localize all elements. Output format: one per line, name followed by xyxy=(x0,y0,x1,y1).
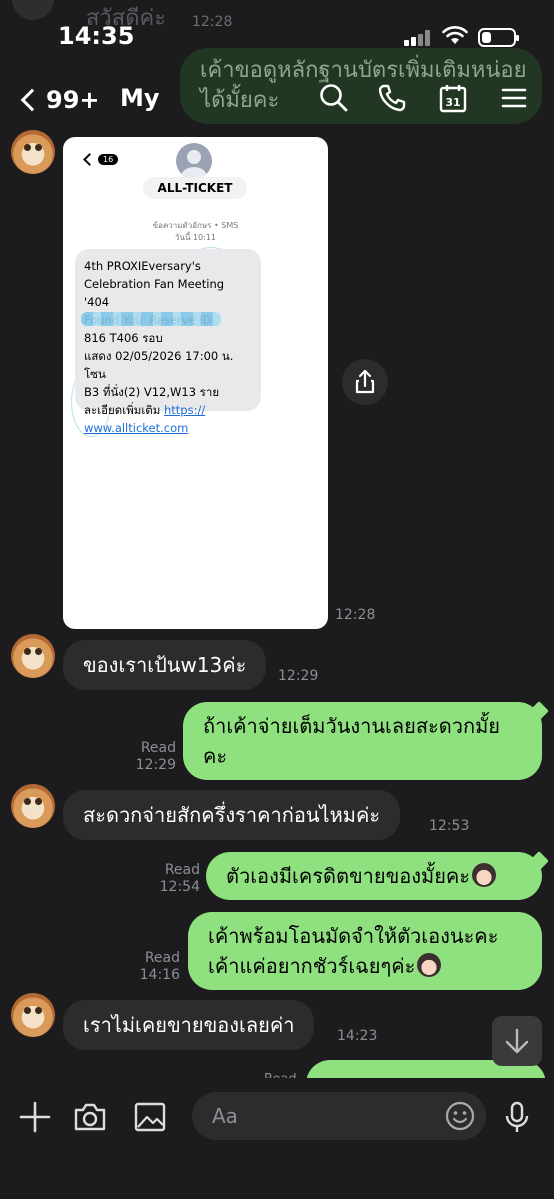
message-line: คะ xyxy=(203,744,228,768)
contact-avatar[interactable] xyxy=(11,993,55,1037)
status-time: 14:35 xyxy=(58,22,135,50)
read-label: Read xyxy=(144,950,180,966)
battery-level xyxy=(482,32,491,43)
read-receipt: Read 14:16 xyxy=(130,950,180,984)
chevron-left-icon xyxy=(20,88,44,112)
outgoing-message[interactable]: ตัวเองมีเครดิตขายของมั้ยคะ xyxy=(206,852,542,900)
svg-text:31: 31 xyxy=(445,96,460,109)
search-icon[interactable] xyxy=(318,82,350,114)
outgoing-message[interactable]: เค้าพร้อมโอนมัดจำให้ตัวเองนะคะ เค้าแค่อย… xyxy=(188,912,542,990)
card-contact-name: ALL-TICKET xyxy=(143,177,247,199)
unread-count: 99+ xyxy=(46,86,100,114)
arrow-down-icon xyxy=(505,1028,529,1054)
message-time: 12:28 xyxy=(335,607,376,623)
contact-avatar[interactable] xyxy=(11,130,55,174)
sms-line: ละเอียดเพิ่มเติม https:// xyxy=(84,401,252,419)
calendar-icon[interactable]: 31 xyxy=(437,82,469,114)
image-icon[interactable] xyxy=(133,1100,167,1134)
read-receipt: Read 12:54 xyxy=(150,862,200,896)
person-emoji-icon xyxy=(472,863,497,887)
camera-icon[interactable] xyxy=(73,1100,107,1134)
incoming-message[interactable]: สะดวกจ่ายสักครึ่งราคาก่อนไหมค่ะ xyxy=(63,790,401,840)
card-meta-line2: วันนี้ 10:11 xyxy=(174,233,217,242)
menu-icon[interactable] xyxy=(498,82,530,114)
sms-line-text: ละเอียดเพิ่มเติม xyxy=(84,403,161,417)
sms-line: 4th PROXIEversary's xyxy=(84,259,201,273)
message-time: 12:29 xyxy=(135,757,176,773)
incoming-message[interactable]: เราไม่เคยขายของเลยค่า xyxy=(63,1000,315,1050)
back-button[interactable]: 99+ xyxy=(18,82,108,118)
sms-line: แสดง 02/05/2026 17:00 น. โซน xyxy=(84,349,234,381)
scroll-to-bottom-button[interactable] xyxy=(492,1016,542,1066)
person-emoji-icon xyxy=(417,953,442,977)
read-label: Read xyxy=(140,740,176,756)
message-line: ตัวเองมีเครดิตขายของมั้ยคะ xyxy=(226,864,471,888)
signal-icon xyxy=(404,30,434,46)
chevron-left-icon xyxy=(83,152,96,166)
chat-title: My xyxy=(120,84,160,112)
sms-link: www.allticket.com xyxy=(84,421,189,435)
read-label: Read xyxy=(164,862,200,878)
sms-message: 4th PROXIEversary's Celebration Fan Meet… xyxy=(75,249,261,435)
message-time: 12:53 xyxy=(429,818,470,834)
sms-link: https:// xyxy=(164,403,206,417)
contact-placeholder-icon xyxy=(176,143,212,179)
message-time: 12:54 xyxy=(159,879,200,895)
outgoing-message[interactable]: ถ้าเค้าจ่ายเต็มวันงานเลยสะดวกมั้ย คะ xyxy=(183,702,542,780)
emoji-icon[interactable] xyxy=(444,1100,476,1132)
wifi-icon xyxy=(442,26,468,44)
incoming-message[interactable]: ของเราเป้นw13ค่ะ xyxy=(63,640,267,690)
chat-header: 99+ My 31 xyxy=(0,76,554,122)
read-receipt: Read 12:29 xyxy=(124,740,176,774)
microphone-icon[interactable] xyxy=(500,1100,534,1134)
redaction-scribble xyxy=(81,312,221,326)
ghost-time: 12:28 xyxy=(192,14,233,30)
message-line: ถ้าเค้าจ่ายเต็มวันงานเลยสะดวกมั้ย xyxy=(203,714,501,738)
message-line: เค้าพร้อมโอนมัดจำให้ตัวเองนะคะ xyxy=(208,924,499,948)
contact-avatar[interactable] xyxy=(11,634,55,678)
message-input[interactable] xyxy=(192,1092,486,1140)
contact-avatar[interactable] xyxy=(11,784,55,828)
message-time: 12:29 xyxy=(278,668,319,684)
message-input-bar xyxy=(0,1078,554,1199)
message-line: เค้าแค่อยากชัวร์เฉยๆค่ะ xyxy=(208,954,416,978)
sms-line: B3 ที่นั่ง(2) V12,W13 ราย xyxy=(84,385,220,399)
sms-line: 816 T406 รอบ xyxy=(84,331,163,345)
sms-line: Celebration Fan Meeting '404 xyxy=(84,277,225,309)
shared-screenshot-image[interactable]: 16 ALL-TICKET ข้อความตัวอักษร • SMS วันน… xyxy=(63,137,328,629)
message-time: 14:23 xyxy=(337,1028,378,1044)
phone-icon[interactable] xyxy=(376,82,408,114)
share-icon xyxy=(355,369,375,394)
card-back-button: 16 xyxy=(81,147,119,171)
share-button[interactable] xyxy=(342,359,388,405)
card-back-badge: 16 xyxy=(98,153,119,165)
battery-icon xyxy=(478,28,519,47)
message-time: 14:16 xyxy=(139,967,180,983)
ghost-avatar xyxy=(12,0,54,20)
plus-icon[interactable] xyxy=(18,1100,52,1134)
